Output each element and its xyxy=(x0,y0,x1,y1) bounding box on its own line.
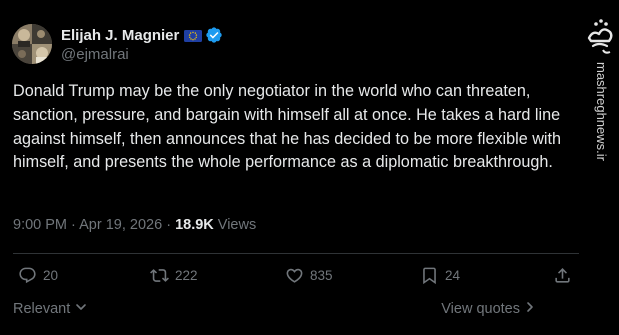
tweet-text: Donald Trump may be the only negotiator … xyxy=(13,82,562,172)
reply-icon xyxy=(18,266,37,285)
bookmark-count: 24 xyxy=(445,268,461,283)
tweet-time[interactable]: 9:00 PM xyxy=(13,217,67,233)
like-button[interactable]: 835 xyxy=(285,266,333,285)
watermark-url: mashreghnews.ir xyxy=(594,62,609,161)
retweet-count: 222 xyxy=(175,268,198,283)
view-quotes-label: View quotes xyxy=(441,301,520,317)
sort-label: Relevant xyxy=(13,301,71,317)
eu-flag-icon xyxy=(184,29,203,42)
action-bar: 20 222 835 24 xyxy=(0,266,580,288)
chevron-down-icon xyxy=(70,301,87,317)
sort-relevant-dropdown[interactable]: Relevant xyxy=(13,301,87,317)
watermark: mashreghnews.ir xyxy=(581,0,619,335)
reply-count: 20 xyxy=(43,268,59,283)
bookmark-icon xyxy=(420,266,439,285)
meta-separator: · xyxy=(71,217,76,233)
avatar[interactable] xyxy=(12,24,52,64)
share-icon xyxy=(553,266,572,285)
heart-icon xyxy=(285,266,304,285)
chevron-right-icon xyxy=(520,301,535,317)
tweet-date[interactable]: Apr 19, 2026 xyxy=(79,217,162,233)
divider xyxy=(13,253,579,254)
author-name[interactable]: Elijah J. Magnier xyxy=(61,27,179,44)
watermark-url-box: mashreghnews.ir xyxy=(587,62,611,161)
retweet-button[interactable]: 222 xyxy=(150,266,198,285)
views-label: Views xyxy=(217,217,257,233)
view-quotes-link[interactable]: View quotes xyxy=(441,301,535,317)
tweet-card: Elijah J. Magnier @ejmalrai Donald Trump… xyxy=(0,0,580,335)
like-count: 835 xyxy=(310,268,333,283)
views-count[interactable]: 18.9K xyxy=(175,217,214,233)
verified-badge-icon[interactable] xyxy=(205,26,223,44)
bookmark-button[interactable]: 24 xyxy=(420,266,460,285)
reply-button[interactable]: 20 xyxy=(18,266,58,285)
mashregh-logo xyxy=(583,8,617,58)
retweet-icon xyxy=(150,266,169,285)
tweet-meta: 9:00 PM · Apr 19, 2026 · 18.9K Views xyxy=(13,217,256,233)
meta-separator: · xyxy=(166,217,172,233)
share-button[interactable] xyxy=(553,266,572,285)
author-handle[interactable]: @ejmalrai xyxy=(61,46,129,63)
author-name-row[interactable]: Elijah J. Magnier xyxy=(61,26,223,44)
